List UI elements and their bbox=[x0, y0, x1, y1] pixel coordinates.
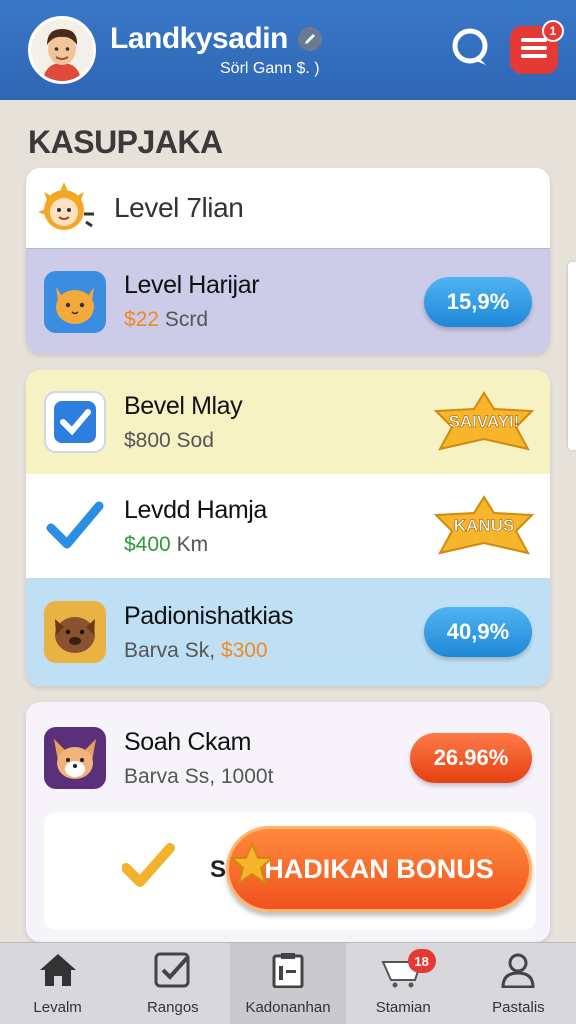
username: Landkysadin bbox=[110, 22, 288, 55]
chat-bubble-icon bbox=[448, 26, 492, 75]
item-price: $22 bbox=[124, 308, 160, 331]
percent-pill[interactable]: 40,9% bbox=[424, 607, 532, 657]
dog-icon bbox=[44, 601, 106, 663]
item-title: Level Harijar bbox=[124, 271, 260, 299]
nav-label: Levalm bbox=[33, 999, 82, 1016]
scrollbar-handle[interactable] bbox=[568, 262, 576, 450]
item-title: Soah Ckam bbox=[124, 727, 252, 756]
nav-item-stamian[interactable]: 18 Stamian bbox=[346, 943, 461, 1024]
card-header-title: Level 7lian bbox=[114, 192, 244, 223]
item-title: Bevel Mlay bbox=[124, 391, 243, 420]
avatar[interactable] bbox=[28, 16, 96, 84]
menu-button[interactable]: 1 bbox=[510, 20, 564, 74]
item-price: $300 bbox=[220, 638, 268, 662]
badge-text: KANUS bbox=[453, 516, 515, 536]
percent-pill[interactable]: 26.96% bbox=[410, 733, 532, 783]
edit-icon[interactable] bbox=[297, 27, 322, 51]
item-price: $400 bbox=[124, 532, 171, 556]
item-subtitle: $800 Sod bbox=[124, 428, 214, 452]
level-card-2: Bevel Mlay $800 Sod SAIVAYI! Levdd Hamja… bbox=[26, 370, 550, 686]
percent-pill[interactable]: 15,9% bbox=[424, 276, 532, 327]
home-icon bbox=[38, 952, 78, 993]
cat-icon bbox=[44, 270, 106, 333]
nav-label: Kadonanhan bbox=[245, 999, 331, 1016]
list-item[interactable]: Soah Ckam Barva Ss, 1000t 26.96% bbox=[26, 712, 550, 804]
list-item[interactable]: Padionishatkias Barva Sk, $300 40,9% bbox=[26, 578, 550, 686]
level-card-1: Level 7lian Level Harijar $22 Scrd 15,9% bbox=[26, 168, 550, 354]
card-header: Level 7lian bbox=[26, 168, 550, 248]
list-item[interactable]: Levdd Hamja $400 Km KANUS bbox=[26, 474, 550, 578]
checkbox-icon bbox=[153, 952, 193, 993]
section-title: KASUPJAKA bbox=[28, 124, 223, 160]
item-title: Padionishatkias bbox=[124, 601, 294, 630]
app-header: Landkysadin Sörl Gann $. ) 1 bbox=[0, 0, 576, 100]
item-price-suffix: Scrd bbox=[164, 308, 209, 331]
item-subtitle: Barva Sk, bbox=[124, 638, 216, 662]
star-icon bbox=[229, 841, 275, 891]
hamburger-icon bbox=[521, 37, 547, 64]
nav-badge: 18 bbox=[407, 949, 436, 973]
sun-mascot-icon bbox=[36, 178, 96, 238]
bonus-prefix: S bbox=[210, 856, 227, 883]
item-price-suffix: Km bbox=[176, 532, 209, 556]
item-subtitle: Barva Ss, 1000t bbox=[124, 764, 274, 788]
header-subtitle: Sörl Gann $. ) bbox=[220, 60, 320, 77]
bottom-nav: Levalm Rangos Kadonanhan 18 Stamian Past… bbox=[0, 942, 576, 1024]
nav-label: Stamian bbox=[375, 999, 431, 1016]
nav-label: Rangos bbox=[146, 999, 199, 1016]
chat-button[interactable] bbox=[446, 26, 494, 74]
user-icon bbox=[498, 952, 538, 993]
list-item[interactable]: Level Harijar $22 Scrd 15,9% bbox=[26, 248, 550, 354]
nav-item-rangos[interactable]: Rangos bbox=[115, 943, 230, 1024]
clipboard-icon bbox=[268, 952, 308, 993]
badge-text: SAIVAYI! bbox=[448, 412, 520, 432]
item-title: Levdd Hamja bbox=[124, 495, 267, 524]
star-badge: SAIVAYI! bbox=[432, 391, 536, 453]
bonus-row: S HADIKAN BONUS bbox=[44, 812, 536, 930]
level-card-3: Soah Ckam Barva Ss, 1000t 26.96% S HADIK… bbox=[26, 702, 550, 942]
nav-item-pastalis[interactable]: Pastalis bbox=[461, 943, 576, 1024]
checkbox-icon bbox=[44, 391, 106, 453]
list-item[interactable]: Bevel Mlay $800 Sod SAIVAYI! bbox=[26, 370, 550, 474]
fox-icon bbox=[44, 727, 106, 789]
menu-badge: 1 bbox=[542, 20, 564, 42]
checkmark-icon bbox=[44, 495, 106, 557]
nav-item-kadonanhan[interactable]: Kadonanhan bbox=[230, 943, 346, 1024]
check-coin-icon bbox=[121, 842, 182, 897]
nav-label: Pastalis bbox=[492, 999, 545, 1016]
star-badge: KANUS bbox=[432, 495, 536, 557]
nav-item-levalm[interactable]: Levalm bbox=[0, 943, 115, 1024]
